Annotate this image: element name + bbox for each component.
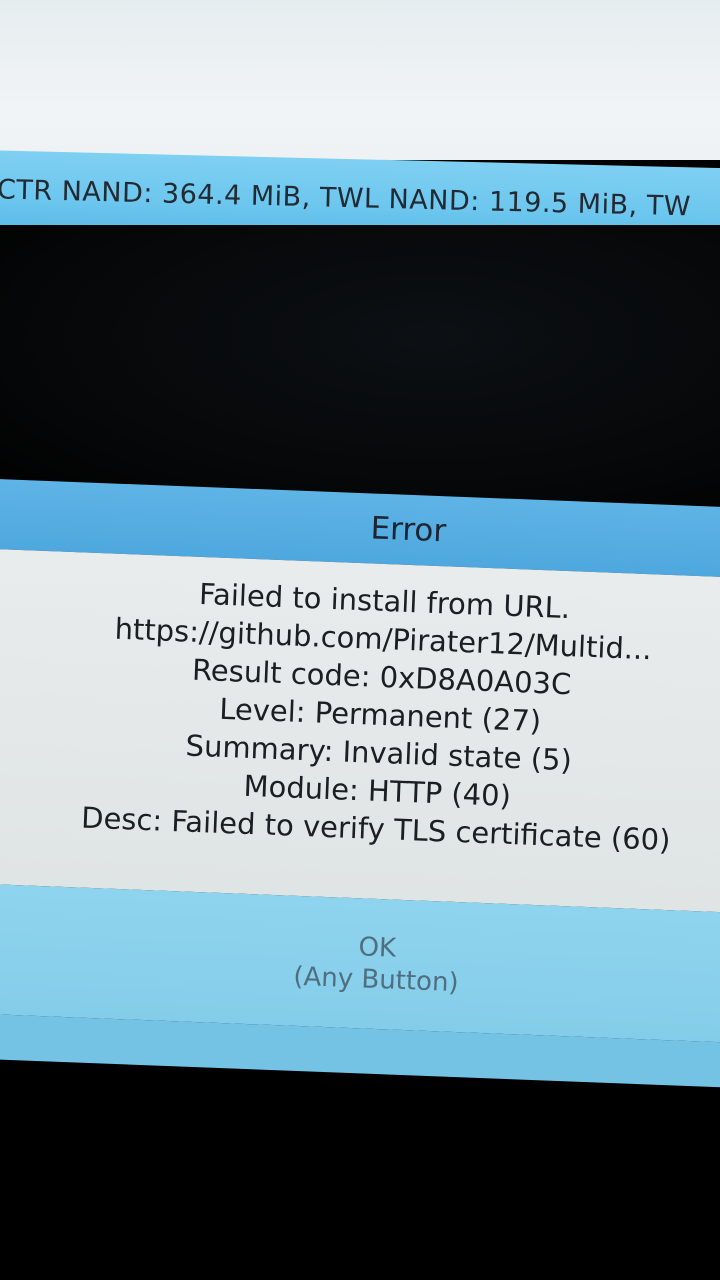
storage-info-text: CTR NAND: 364.4 MiB, TWL NAND: 119.5 MiB… — [0, 174, 692, 223]
ok-button-label: OK — [357, 932, 397, 964]
top-screen-area — [0, 0, 720, 160]
dialog-title: Error — [369, 510, 447, 550]
ok-button-hint: (Any Button) — [292, 961, 460, 999]
error-dialog: Error Failed to install from URL. https:… — [0, 478, 720, 1088]
bottom-screen-background — [0, 225, 720, 505]
dialog-message: Failed to install from URL. https://gith… — [0, 547, 720, 914]
